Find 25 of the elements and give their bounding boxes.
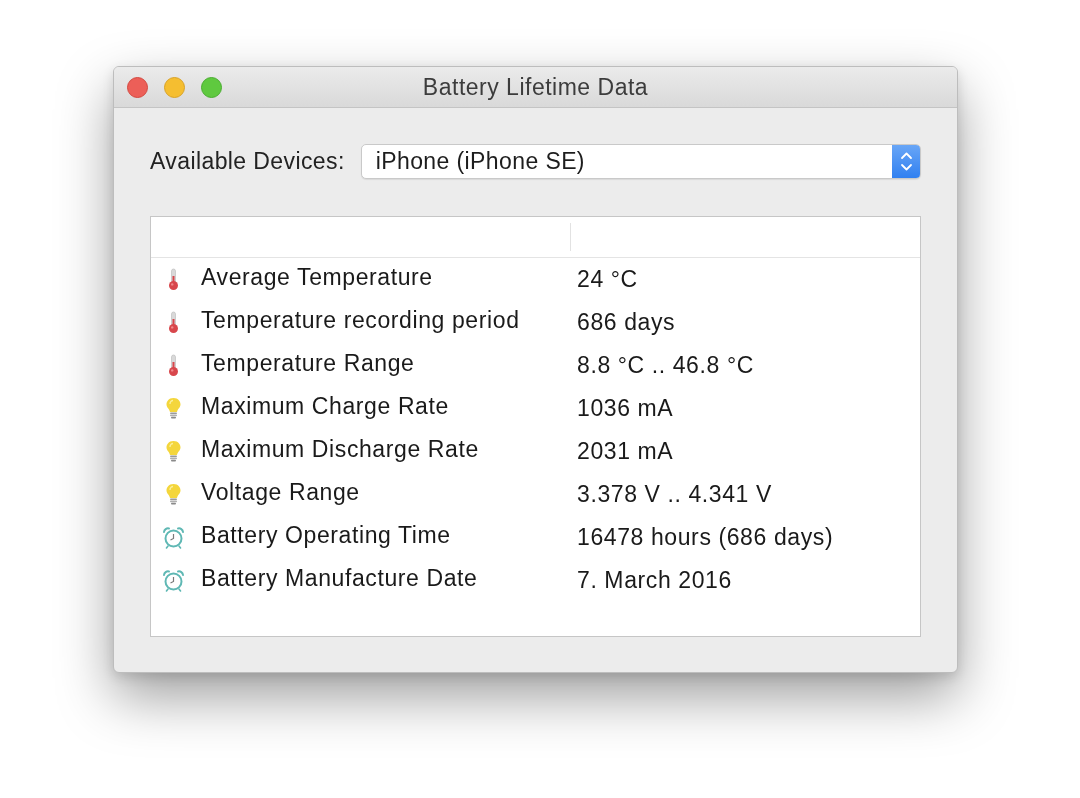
row-label: Battery Manufacture Date xyxy=(201,564,478,592)
row-value: 24 °C xyxy=(577,266,639,293)
device-popup[interactable]: iPhone (iPhone SE) xyxy=(360,144,921,179)
row-value: 2031 mA xyxy=(577,438,675,465)
row-label: Battery Operating Time xyxy=(201,521,451,549)
row-value: 7. March 2016 xyxy=(577,567,733,594)
chevrons-icon xyxy=(892,145,920,178)
row-label: Maximum Charge Rate xyxy=(201,392,449,420)
close-button[interactable] xyxy=(127,76,148,98)
row-label: Temperature Range xyxy=(201,349,415,377)
row-value: 16478 hours (686 days) xyxy=(577,524,835,551)
window-title: Battery Lifetime Data xyxy=(422,74,649,101)
row-value: 686 days xyxy=(577,309,677,336)
row-value: 1036 mA xyxy=(577,395,675,422)
row-label: Average Temperature xyxy=(201,263,433,291)
alarm-clock-icon xyxy=(162,526,185,549)
row-label: Temperature recording period xyxy=(201,306,520,334)
field-label: Available Devices: xyxy=(150,148,345,175)
minimize-button[interactable] xyxy=(164,76,185,98)
alarm-clock-icon xyxy=(162,569,185,592)
row-label: Maximum Discharge Rate xyxy=(201,435,479,463)
zoom-button[interactable] xyxy=(201,76,222,98)
row-label: Voltage Range xyxy=(201,478,360,506)
row-value: 8.8 °C .. 46.8 °C xyxy=(577,352,755,379)
row-value: 3.378 V .. 4.341 V xyxy=(577,481,773,508)
